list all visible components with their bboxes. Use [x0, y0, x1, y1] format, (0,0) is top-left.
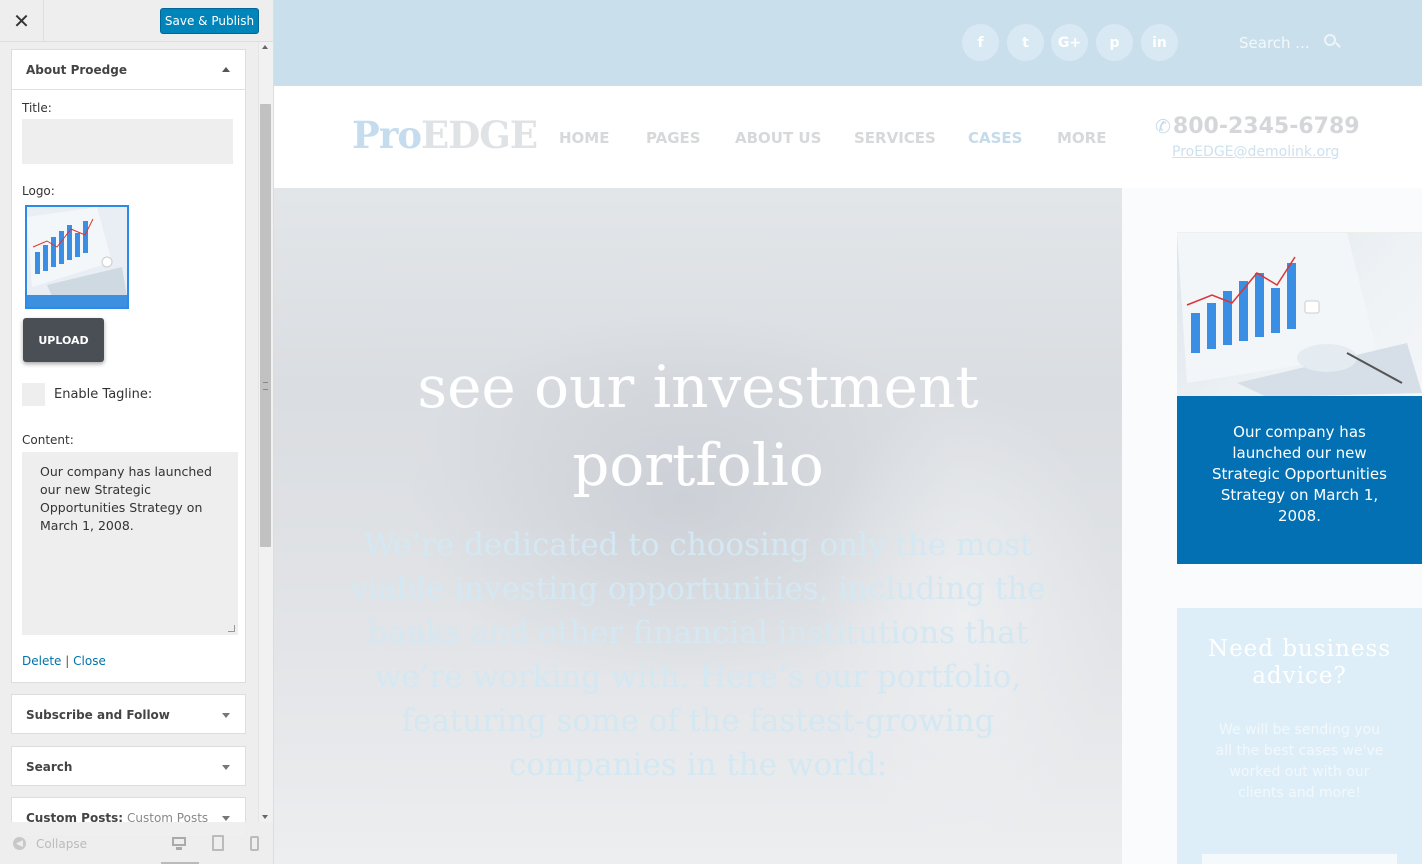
site-preview: f t G+ p in Search ... ProEDGE HOME PAGE… [274, 0, 1422, 864]
phone-number: ✆800-2345-6789 [1155, 114, 1360, 139]
content-textarea[interactable]: Our company has launched our new Strateg… [22, 452, 238, 635]
scrollbar-thumb[interactable] [260, 104, 271, 547]
widget-header[interactable]: Search [12, 747, 245, 787]
content-text: Our company has launched our new Strateg… [40, 464, 212, 533]
hero-title: see our investment portfolio [274, 348, 1122, 504]
advice-text: We will be sending you all the best case… [1215, 722, 1384, 801]
logo-pro: Pro [352, 113, 422, 157]
customizer-footer: ◀ Collapse [0, 822, 273, 864]
hero-title-line: see our investment [417, 353, 979, 421]
title-label: Title: [22, 101, 52, 115]
nav-more[interactable]: MORE [1057, 129, 1106, 147]
mobile-icon[interactable] [248, 835, 266, 853]
enable-tagline-label: Enable Tagline: [54, 387, 153, 402]
advice-title: Need business advice? [1207, 636, 1392, 689]
widget-title: About Proedge [26, 62, 127, 77]
promo-image [1177, 232, 1422, 396]
nav-pages[interactable]: PAGES [646, 129, 701, 147]
desktop-icon[interactable] [171, 835, 189, 853]
phone-text: 800-2345-6789 [1172, 114, 1360, 139]
top-bar: f t G+ p in Search ... [274, 0, 1422, 86]
logo-label: Logo: [22, 184, 55, 198]
logo-thumbnail[interactable] [25, 205, 129, 309]
google-plus-icon[interactable]: G+ [1051, 24, 1088, 61]
chart-photo-icon [27, 207, 127, 307]
widget-title: Search [26, 760, 73, 774]
widget-search[interactable]: Search [11, 746, 246, 786]
chart-photo-icon [1177, 233, 1422, 396]
scrollbar-grip-icon [263, 382, 268, 390]
widget-header[interactable]: About Proedge [12, 50, 245, 90]
email-link[interactable]: ProEDGE@demolink.org [1172, 144, 1339, 160]
pinterest-icon[interactable]: p [1096, 24, 1133, 61]
site-logo[interactable]: ProEDGE [352, 113, 538, 157]
facebook-icon[interactable]: f [962, 24, 999, 61]
sidebar-scrollbar[interactable] [258, 42, 273, 822]
expand-arrow-icon[interactable] [222, 816, 230, 821]
nav-home[interactable]: HOME [559, 129, 609, 147]
collapse-button[interactable]: Collapse [36, 837, 87, 851]
tablet-icon[interactable] [210, 835, 228, 853]
promo-text: Our company has launched our new Strateg… [1177, 396, 1422, 564]
promo-card[interactable]: Our company has launched our new Strateg… [1177, 232, 1422, 564]
widget-subscribe-follow[interactable]: Subscribe and Follow [11, 694, 246, 734]
advice-card: Need business advice? We will be sending… [1177, 608, 1422, 864]
upload-button[interactable]: UPLOAD [23, 318, 104, 362]
save-publish-button[interactable]: Save & Publish [160, 8, 259, 34]
separator: | [65, 654, 70, 668]
selected-band [27, 295, 127, 307]
sidebar-column: Our company has launched our new Strateg… [1122, 188, 1422, 864]
expand-arrow-icon[interactable] [222, 713, 230, 718]
scroll-down-arrow-icon[interactable] [262, 815, 268, 819]
linkedin-icon[interactable]: in [1141, 24, 1178, 61]
title-input[interactable] [22, 119, 233, 164]
resize-handle-icon[interactable] [228, 625, 235, 632]
enable-tagline-checkbox[interactable] [22, 383, 45, 406]
close-icon[interactable]: ✕ [0, 0, 44, 42]
widget-title: Subscribe and Follow [26, 708, 170, 722]
nav-services[interactable]: SERVICES [854, 129, 936, 147]
search-icon[interactable] [1324, 34, 1341, 50]
hero-subtitle: We’re dedicated to choosing only the mos… [350, 527, 1046, 783]
expand-arrow-icon[interactable] [222, 765, 230, 770]
nav-cases[interactable]: CASES [968, 129, 1022, 147]
site-header: ProEDGE HOME PAGES ABOUT US SERVICES CAS… [274, 86, 1422, 188]
customizer-header: ✕ Save & Publish [0, 0, 273, 42]
hero-title-line: portfolio [572, 431, 824, 499]
widget-header[interactable]: Subscribe and Follow [12, 695, 245, 735]
content-label: Content: [22, 433, 74, 447]
scroll-up-arrow-icon[interactable] [262, 45, 268, 49]
advice-email-input[interactable] [1202, 854, 1397, 864]
phone-icon: ✆ [1155, 116, 1171, 138]
collapse-arrow-icon[interactable] [222, 67, 230, 72]
site-search-input[interactable]: Search ... [1239, 34, 1310, 52]
customizer-sidebar: ✕ Save & Publish About Proedge Title: Lo… [0, 0, 274, 864]
twitter-icon[interactable]: t [1007, 24, 1044, 61]
collapse-icon[interactable]: ◀ [13, 837, 26, 850]
close-link[interactable]: Close [73, 654, 106, 668]
widget-actions: Delete | Close [22, 654, 106, 668]
nav-about-us[interactable]: ABOUT US [735, 129, 821, 147]
logo-edge: EDGE [421, 113, 538, 157]
widget-about-proedge: About Proedge Title: Logo: UPLOAD Enable… [11, 49, 246, 683]
delete-link[interactable]: Delete [22, 654, 61, 668]
hero-banner: see our investment portfolio We’re dedic… [274, 188, 1122, 864]
